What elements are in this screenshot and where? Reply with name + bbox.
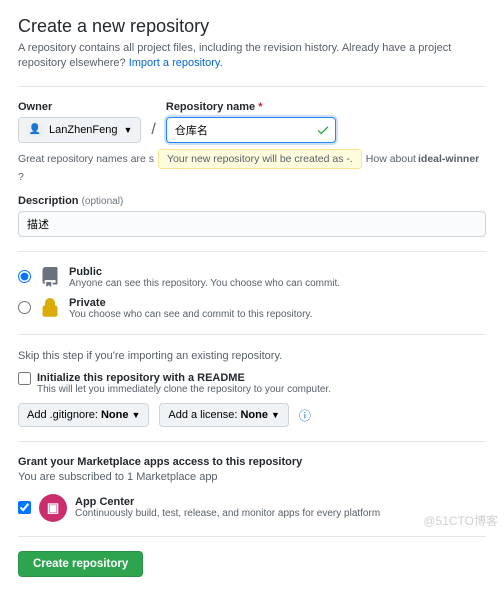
import-repository-link[interactable]: Import a repository. bbox=[129, 57, 223, 69]
owner-repo-separator: / bbox=[149, 121, 157, 143]
public-desc: Anyone can see this repository. You choo… bbox=[69, 278, 340, 289]
owner-avatar-icon: 👤 bbox=[27, 122, 43, 138]
license-dropdown[interactable]: Add a license: None ▼ bbox=[159, 403, 289, 427]
gitignore-dropdown[interactable]: Add .gitignore: None ▼ bbox=[18, 403, 149, 427]
init-readme-label: Initialize this repository with a README bbox=[37, 372, 331, 384]
watermark: @51CTO博客 bbox=[423, 512, 498, 529]
description-input[interactable] bbox=[18, 211, 486, 237]
description-label: Description (optional) bbox=[18, 195, 486, 207]
private-desc: You choose who can see and commit to thi… bbox=[69, 309, 312, 320]
repo-name-label: Repository name * bbox=[166, 101, 336, 113]
repo-name-suggestion[interactable]: ideal-winner bbox=[418, 153, 479, 165]
divider bbox=[18, 86, 486, 87]
app-center-checkbox[interactable] bbox=[18, 501, 31, 514]
page-title: Create a new repository bbox=[18, 16, 486, 37]
info-icon[interactable]: ⓘ bbox=[299, 407, 311, 424]
private-label: Private bbox=[69, 297, 312, 309]
repo-name-tooltip: Your new repository will be created as -… bbox=[158, 149, 362, 169]
caret-down-icon: ▼ bbox=[124, 125, 133, 135]
repo-name-hint: Great repository names are s Your new re… bbox=[18, 149, 486, 183]
init-readme-desc: This will let you immediately clone the … bbox=[37, 384, 331, 395]
app-center-icon: ▣ bbox=[39, 494, 67, 522]
marketplace-heading: Grant your Marketplace apps access to th… bbox=[18, 456, 486, 468]
caret-down-icon: ▼ bbox=[131, 410, 140, 420]
repository-name-input[interactable] bbox=[166, 117, 336, 143]
page-subtitle: A repository contains all project files,… bbox=[18, 41, 486, 72]
repo-icon bbox=[39, 266, 61, 288]
app-center-name: App Center bbox=[75, 496, 380, 508]
visibility-public-radio[interactable] bbox=[18, 270, 31, 283]
marketplace-subtext: You are subscribed to 1 Marketplace app bbox=[18, 470, 486, 485]
check-icon bbox=[316, 123, 330, 137]
public-label: Public bbox=[69, 266, 340, 278]
divider bbox=[18, 251, 486, 252]
caret-down-icon: ▼ bbox=[271, 410, 280, 420]
owner-dropdown[interactable]: 👤 LanZhenFeng ▼ bbox=[18, 117, 141, 143]
skip-import-text: Skip this step if you're importing an ex… bbox=[18, 349, 486, 364]
init-readme-checkbox[interactable] bbox=[18, 372, 31, 385]
owner-label: Owner bbox=[18, 101, 141, 113]
visibility-private-radio[interactable] bbox=[18, 301, 31, 314]
owner-selected: LanZhenFeng bbox=[49, 124, 118, 136]
lock-icon bbox=[39, 297, 61, 319]
divider bbox=[18, 441, 486, 442]
app-center-desc: Continuously build, test, release, and m… bbox=[75, 508, 380, 519]
divider bbox=[18, 334, 486, 335]
create-repository-button[interactable]: Create repository bbox=[18, 551, 143, 577]
divider bbox=[18, 536, 486, 537]
